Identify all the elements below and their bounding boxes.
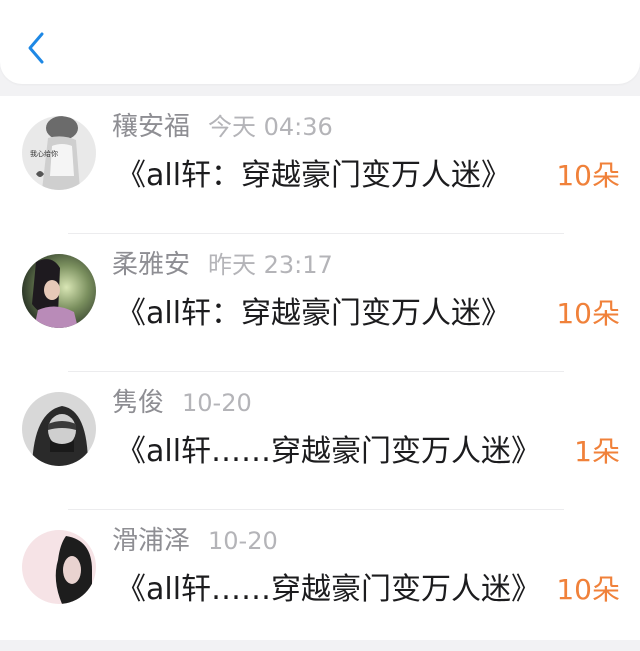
timestamp: 10-20 [182, 389, 252, 417]
sender-name: 隽俊 10-20 [112, 388, 252, 418]
book-title: 《all轩：穿越豪门变万人迷》 [116, 296, 512, 331]
avatar[interactable] [22, 254, 96, 328]
book-title: 《all轩……穿越豪门变万人迷》 [116, 572, 542, 607]
book-title: 《all轩：穿越豪门变万人迷》 [116, 158, 512, 193]
book-title: 《all轩……穿越豪门变万人迷》 [116, 434, 542, 469]
sender-name: 滑浦泽 10-20 [112, 526, 278, 556]
list-item[interactable]: 我心给你 穰安福 今天 04:36 《all轩：穿越豪门变万人迷》 10朵 [0, 96, 640, 234]
timestamp: 今天 04:36 [208, 113, 333, 141]
avatar[interactable] [22, 530, 96, 604]
timestamp: 昨天 23:17 [208, 251, 333, 279]
list-item[interactable]: 隽俊 10-20 《all轩……穿越豪门变万人迷》 1朵 [0, 372, 640, 510]
gift-record-list: 我心给你 穰安福 今天 04:36 《all轩：穿越豪门变万人迷》 10朵 柔雅… [0, 96, 640, 640]
top-bar [0, 0, 640, 84]
flower-count: 10朵 [556, 159, 620, 192]
chevron-left-icon [28, 32, 44, 64]
list-item[interactable]: 柔雅安 昨天 23:17 《all轩：穿越豪门变万人迷》 10朵 [0, 234, 640, 372]
flower-count: 10朵 [556, 297, 620, 330]
sender-name: 柔雅安 昨天 23:17 [112, 250, 333, 280]
svg-text:我心给你: 我心给你 [30, 149, 58, 158]
avatar[interactable] [22, 392, 96, 466]
bottom-spacer [0, 640, 640, 651]
list-item[interactable]: 滑浦泽 10-20 《all轩……穿越豪门变万人迷》 10朵 [0, 510, 640, 648]
flower-count: 1朵 [574, 435, 620, 468]
back-button[interactable] [20, 28, 52, 68]
sender-name: 穰安福 今天 04:36 [112, 112, 333, 142]
flower-count: 10朵 [556, 573, 620, 606]
avatar[interactable]: 我心给你 [22, 116, 96, 190]
timestamp: 10-20 [208, 527, 278, 555]
